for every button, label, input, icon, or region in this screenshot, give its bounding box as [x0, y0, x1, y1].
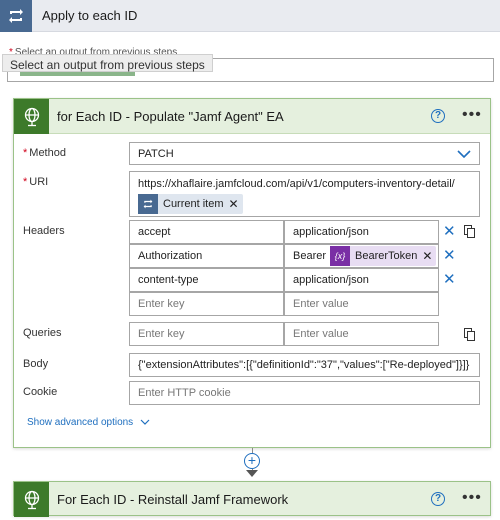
- bearer-token[interactable]: {x} BearerToken ✕: [330, 246, 437, 266]
- variable-icon: {x}: [330, 246, 351, 266]
- uri-label: * URI: [23, 176, 49, 188]
- apply-to-each-title: Apply to each ID: [42, 8, 138, 23]
- tooltip: Select an output from previous steps: [2, 54, 213, 72]
- next-action-card[interactable]: For Each ID - Reinstall Jamf Framework ?…: [13, 481, 491, 517]
- method-label: * Method: [23, 147, 66, 159]
- delete-icon[interactable]: [463, 224, 476, 238]
- uri-text: https://xhaflaire.jamfcloud.com/api/v1/c…: [138, 178, 455, 190]
- method-value: PATCH: [138, 147, 174, 160]
- header-key-input[interactable]: Enter key: [129, 292, 284, 316]
- action-title: for Each ID - Populate "Jamf Agent" EA: [57, 109, 284, 124]
- help-icon[interactable]: ?: [431, 492, 445, 506]
- chevron-down-icon: [140, 419, 150, 425]
- header-value-input[interactable]: Bearer {x} BearerToken ✕: [284, 244, 439, 268]
- query-value-input[interactable]: Enter value: [284, 322, 439, 346]
- plus-icon[interactable]: +: [244, 453, 260, 469]
- header-value-input[interactable]: application/json: [284, 268, 439, 292]
- delete-icon[interactable]: [463, 327, 476, 341]
- more-icon[interactable]: •••: [462, 106, 482, 124]
- query-key-input[interactable]: Enter key: [129, 322, 284, 346]
- header-key-input[interactable]: content-type: [129, 268, 284, 292]
- header-value-input[interactable]: Enter value: [284, 292, 439, 316]
- header-key-input[interactable]: accept: [129, 220, 284, 244]
- current-item-token[interactable]: Current item ✕: [138, 194, 243, 214]
- close-icon[interactable]: ✕: [229, 197, 243, 211]
- close-icon[interactable]: ✕: [443, 248, 456, 263]
- close-icon[interactable]: ✕: [422, 249, 436, 263]
- uri-input[interactable]: https://xhaflaire.jamfcloud.com/api/v1/c…: [129, 171, 480, 217]
- globe-icon: [14, 99, 49, 134]
- loop-icon: [138, 194, 158, 214]
- body-label: Body: [23, 358, 49, 370]
- apply-to-each-header[interactable]: Apply to each ID: [0, 0, 500, 32]
- next-action-title: For Each ID - Reinstall Jamf Framework: [57, 492, 289, 507]
- queries-label: Queries: [23, 327, 62, 339]
- action-header[interactable]: for Each ID - Populate "Jamf Agent" EA ?…: [14, 99, 490, 134]
- more-icon[interactable]: •••: [462, 489, 482, 507]
- headers-label: Headers: [23, 225, 65, 237]
- method-dropdown[interactable]: PATCH: [129, 142, 480, 165]
- loop-icon: [0, 0, 32, 32]
- close-icon[interactable]: ✕: [443, 272, 456, 287]
- http-action-card: for Each ID - Populate "Jamf Agent" EA ?…: [13, 98, 491, 448]
- help-icon[interactable]: ?: [431, 109, 445, 123]
- connector-arrow: [246, 470, 258, 477]
- show-advanced-options-link[interactable]: Show advanced options: [27, 417, 150, 428]
- header-value-input[interactable]: application/json: [284, 220, 439, 244]
- globe-icon: [14, 482, 49, 517]
- cookie-label: Cookie: [23, 386, 58, 398]
- cookie-input[interactable]: Enter HTTP cookie: [129, 381, 480, 405]
- header-key-input[interactable]: Authorization: [129, 244, 284, 268]
- chevron-down-icon: [457, 149, 471, 158]
- close-icon[interactable]: ✕: [443, 224, 456, 239]
- body-input[interactable]: {"extensionAttributes":[{"definitionId":…: [129, 353, 480, 377]
